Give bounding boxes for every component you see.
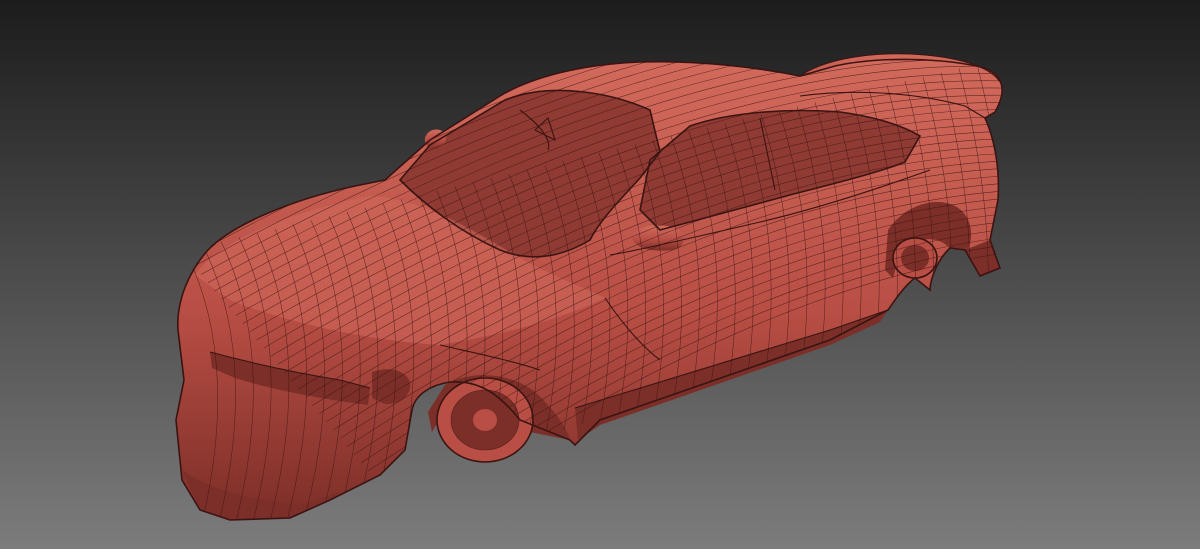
viewport-canvas[interactable] [0, 0, 1200, 549]
3d-viewport[interactable] [0, 0, 1200, 549]
front-wheel-hub [436, 377, 534, 463]
